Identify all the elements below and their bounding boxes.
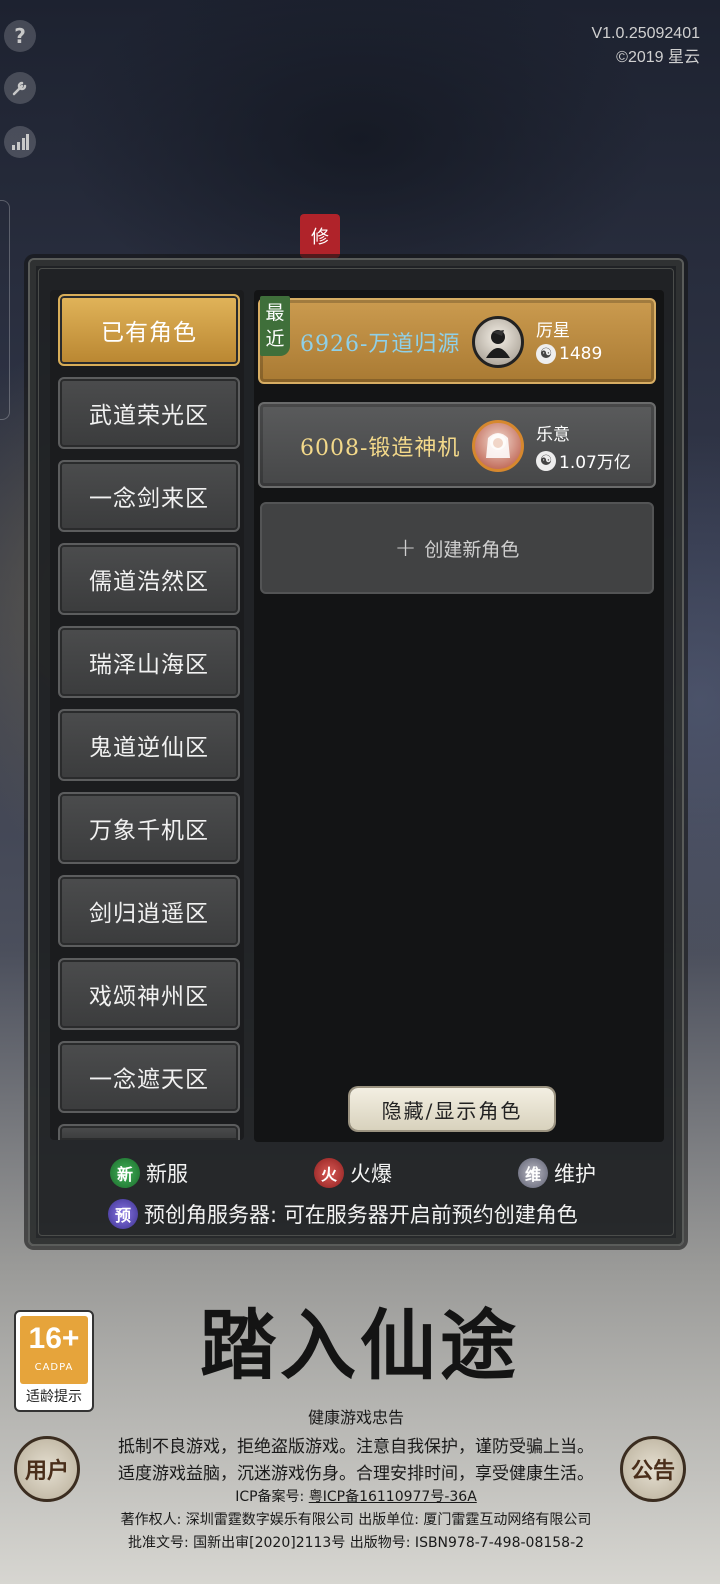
- sidebar-item-partial[interactable]: [58, 1124, 240, 1140]
- health-notice-title: 健康游戏忠告: [307, 1408, 404, 1427]
- icp-link[interactable]: 粤ICP备16110977号-36A: [309, 1489, 477, 1505]
- icp-prefix: ICP备案号:: [235, 1489, 309, 1505]
- role-power: ☯ 1489: [536, 344, 602, 364]
- wrench-icon[interactable]: [4, 72, 36, 104]
- swordsman-avatar: [472, 316, 524, 368]
- help-icon[interactable]: ?: [4, 20, 36, 52]
- approval-line: 批准文号: 国新出审[2020]2113号 出版物号: ISBN978-7-49…: [127, 1535, 585, 1551]
- health-notice-line: 适度游戏益脑，沉迷游戏伤身。合理安排时间，享受健康生活。: [118, 1464, 594, 1484]
- hot-server-icon: 火: [314, 1158, 344, 1188]
- icp-record: ICP备案号: 粤ICP备16110977号-36A: [0, 1486, 712, 1506]
- legend-precreate: 预 预创角服务器: 可在服务器开启前预约创建角色: [108, 1199, 578, 1229]
- role-nickname: 厉星: [536, 321, 570, 341]
- taiji-icon: ☯: [536, 450, 556, 471]
- role-card[interactable]: 6008-锻造神机 乐意 ☯ 1.07万亿: [258, 402, 656, 488]
- sidebar-item-server[interactable]: 戏颂神州区: [58, 958, 240, 1030]
- role-power-value: 1.07万亿: [559, 453, 631, 473]
- role-power-value: 1489: [559, 344, 603, 364]
- copyright-line: 著作权人: 深圳雷霆数字娱乐有限公司 出版单位: 厦门雷霆互动网络有限公司: [120, 1512, 592, 1528]
- game-title-logo: 踏入仙途: [200, 1301, 520, 1390]
- recent-tag: 最近: [260, 296, 290, 356]
- sidebar-item-server[interactable]: 一念遮天区: [58, 1041, 240, 1113]
- copyright-year: ©2019 星云: [616, 49, 700, 66]
- signal-icon[interactable]: [4, 126, 36, 158]
- sidebar-item-server[interactable]: 一念剑来区: [58, 460, 240, 532]
- legend-new-label: 新服: [146, 1162, 188, 1186]
- new-server-icon: 新: [110, 1158, 140, 1188]
- sidebar-item-server[interactable]: 万象千机区: [58, 792, 240, 864]
- role-power: ☯ 1.07万亿: [536, 448, 631, 473]
- sidebar-item-server[interactable]: 鬼道逆仙区: [58, 709, 240, 781]
- create-role-label: 创建新角色: [424, 538, 520, 561]
- maintenance-server-icon: 维: [518, 1158, 548, 1188]
- sidebar-item-server[interactable]: 剑归逍遥区: [58, 875, 240, 947]
- sidebar-item-server[interactable]: 儒道浩然区: [58, 543, 240, 615]
- age-rating-number: 16+: [28, 1322, 80, 1355]
- age-rating-org: CADPA: [34, 1362, 74, 1373]
- taiji-icon: ☯: [536, 344, 556, 364]
- legend-maint-label: 维护: [554, 1162, 596, 1186]
- version-number: V1.0.25092401: [591, 25, 700, 42]
- white-hair-avatar: [472, 420, 524, 472]
- toggle-roles-button[interactable]: 隐藏/显示角色: [350, 1088, 554, 1130]
- title-seal: 修: [300, 214, 340, 258]
- sidebar-item-server[interactable]: 武道荣光区: [58, 377, 240, 449]
- create-role-button[interactable]: + 创建新角色: [260, 502, 654, 594]
- role-nickname: 乐意: [536, 425, 570, 445]
- legend-maint: 维 维护: [518, 1158, 596, 1188]
- version-info: V1.0.25092401 ©2019 星云: [591, 22, 700, 70]
- role-card[interactable]: 最近 6926-万道归源 厉星 ☯ 1489: [258, 296, 656, 384]
- precreate-server-icon: 预: [108, 1199, 138, 1229]
- age-rating-label: 适龄提示: [26, 1389, 82, 1405]
- age-rating-badge[interactable]: 16+ CADPA 适龄提示: [14, 1310, 94, 1412]
- role-server-name: 6926-万道归源: [300, 332, 461, 357]
- side-drawer-handle[interactable]: [0, 200, 10, 420]
- sidebar-item-server[interactable]: 瑞泽山海区: [58, 626, 240, 698]
- legend-new: 新 新服: [110, 1158, 188, 1188]
- role-server-name: 6008-锻造神机: [300, 436, 461, 461]
- sidebar-item-existing-roles[interactable]: 已有角色: [58, 294, 240, 366]
- plus-icon: +: [394, 533, 417, 563]
- legend-pre-label: 预创角服务器: 可在服务器开启前预约创建角色: [144, 1203, 578, 1227]
- health-notice-line: 抵制不良游戏，拒绝盗版游戏。注意自我保护，谨防受骗上当。: [118, 1437, 594, 1457]
- legend-hot: 火 火爆: [314, 1158, 392, 1188]
- legend-hot-label: 火爆: [350, 1162, 392, 1186]
